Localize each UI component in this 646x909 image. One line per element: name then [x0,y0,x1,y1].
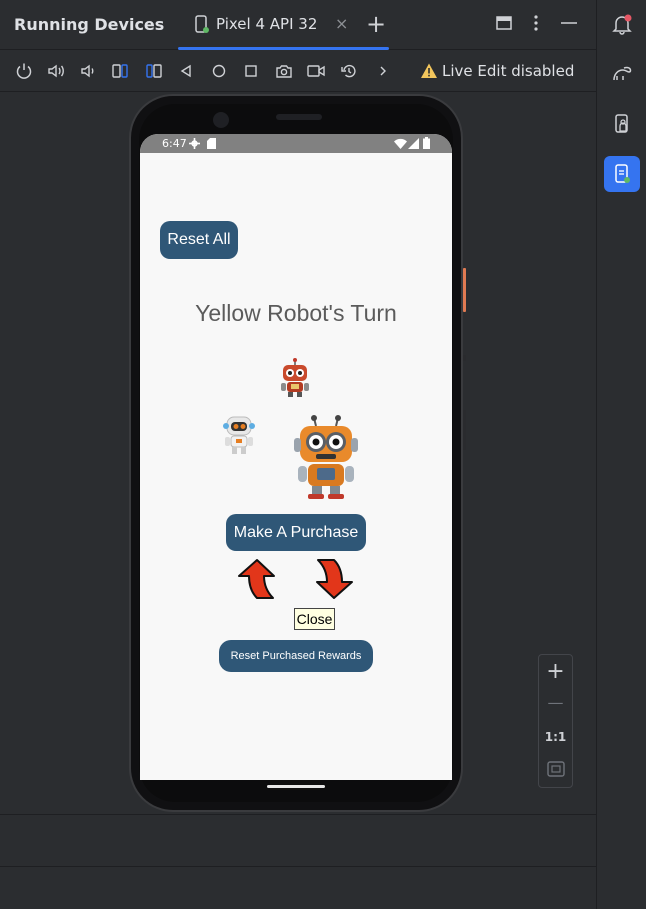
tab-selected-indicator [178,47,389,50]
phone-power-button[interactable] [463,268,466,312]
more-options-icon[interactable] [527,14,545,32]
settings-icon [189,138,200,149]
device-screen[interactable]: 6:47 Reset All Yellow Robot's Turn Make … [140,134,452,780]
running-devices-icon[interactable] [604,156,640,192]
rotate-right-icon[interactable] [144,61,164,81]
tool-window-title: Running Devices [14,15,165,34]
bottom-panel [0,814,596,909]
notifications-icon[interactable] [604,6,640,42]
snapshot-icon[interactable] [339,61,359,81]
red-robot-icon[interactable] [277,358,313,398]
volume-up-icon[interactable] [46,61,66,81]
turn-indicator-text: Yellow Robot's Turn [195,300,397,326]
zoom-in-icon[interactable]: + [539,659,572,684]
add-tab-icon[interactable]: + [366,10,386,38]
close-tooltip[interactable]: Close [294,608,335,630]
rotate-left-icon[interactable] [110,61,130,81]
power-icon[interactable] [14,61,34,81]
live-edit-status[interactable]: Live Edit disabled [420,61,574,81]
home-icon[interactable] [209,61,229,81]
earpiece-speaker [276,114,322,120]
device-toolbar: Live Edit disabled [0,51,596,92]
up-arrow-icon[interactable] [235,558,277,600]
zoom-fit-icon[interactable] [547,761,565,777]
white-robot-icon[interactable] [222,414,256,456]
tab-pixel-4-api-32[interactable]: Pixel 4 API 32 × [178,0,389,50]
phone-volume-button[interactable] [463,410,466,450]
screenshot-icon[interactable] [274,61,294,81]
back-icon[interactable] [176,61,196,81]
minimize-icon[interactable] [560,14,578,32]
device-manager-icon[interactable] [604,106,640,142]
battery-icon [423,137,430,149]
device-tab-icon [195,15,209,33]
volume-down-icon[interactable] [78,61,98,81]
signal-icon [408,138,419,149]
sd-card-icon [207,138,216,149]
zoom-out-icon[interactable]: — [539,693,572,712]
warning-icon [421,63,437,78]
running-devices-window: Running Devices Pixel 4 API 32 × + Live … [0,0,646,909]
right-tool-strip [596,0,646,909]
tab-label: Pixel 4 API 32 [216,15,318,33]
reset-all-button[interactable]: Reset All [160,221,238,259]
android-status-bar: 6:47 [140,134,452,153]
screen-record-icon[interactable] [306,61,326,81]
wifi-icon [394,138,407,149]
yellow-robot-icon[interactable] [290,414,362,500]
overview-icon[interactable] [241,61,261,81]
tool-window-header: Running Devices Pixel 4 API 32 × + [0,0,596,50]
live-edit-label: Live Edit disabled [442,62,575,80]
front-camera [213,112,229,128]
window-layout-icon[interactable] [495,14,513,32]
phone-side-notch [463,355,466,361]
zoom-controls: + — 1:1 [538,654,573,788]
divider [0,866,596,867]
make-purchase-button[interactable]: Make A Purchase [226,514,366,551]
down-arrow-icon[interactable] [314,558,356,600]
reset-purchased-rewards-button[interactable]: Reset Purchased Rewards [219,640,373,672]
tab-close-icon[interactable]: × [335,14,348,33]
chevron-right-icon[interactable] [373,61,393,81]
gradle-icon[interactable] [604,56,640,92]
status-time: 6:47 [162,137,187,150]
zoom-actual-size-button[interactable]: 1:1 [539,730,572,744]
gesture-nav-bar[interactable] [267,785,325,788]
